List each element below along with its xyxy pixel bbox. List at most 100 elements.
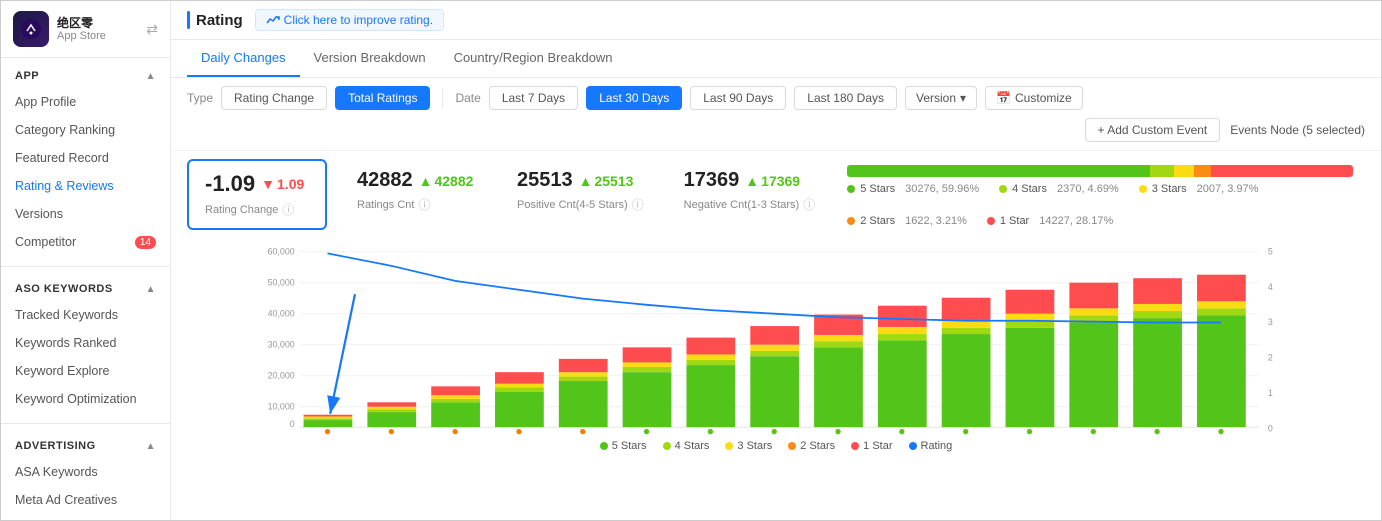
filter-last-7-days[interactable]: Last 7 Days — [489, 86, 578, 110]
bar-3star-11 — [1006, 314, 1055, 321]
filter-version[interactable]: Version ▾ — [905, 86, 977, 110]
star-5-dot — [847, 185, 855, 193]
bar-5star-8 — [814, 347, 863, 427]
filter-total-ratings[interactable]: Total Ratings — [335, 86, 430, 110]
bar-3star-0 — [304, 417, 353, 419]
star-bar-4 — [1150, 165, 1174, 177]
sidebar-item-versions[interactable]: Versions — [1, 200, 170, 228]
stat-negative-cnt: 17369 ▲ 17369 Negative Cnt(1-3 Stars) ⓘ — [664, 159, 836, 223]
sidebar-item-tracked-keywords[interactable]: Tracked Keywords — [1, 301, 170, 329]
filter-last-30-days[interactable]: Last 30 Days — [586, 86, 682, 110]
sidebar-section-header-advertising[interactable]: Advertising ▲ — [1, 434, 170, 458]
star-5-count: 30276, 59.96% — [905, 183, 979, 195]
tab-daily-changes[interactable]: Daily Changes — [187, 40, 300, 77]
sidebar-section-aso: ASO Keywords ▲ Tracked Keywords Keywords… — [1, 271, 170, 419]
star-3-label: 3 Stars — [1152, 183, 1187, 195]
app-name: 绝区零 — [57, 16, 106, 30]
legend-label-5stars: 5 Stars — [612, 440, 647, 452]
section-label-aso: ASO Keywords — [15, 283, 113, 295]
sidebar-item-meta-ad-creatives[interactable]: Meta Ad Creatives — [1, 486, 170, 514]
ratings-cnt-label: Ratings Cnt ⓘ — [357, 196, 477, 213]
tab-country-region-breakdown[interactable]: Country/Region Breakdown — [440, 40, 627, 77]
svg-text:50,000: 50,000 — [268, 277, 295, 287]
legend-label-3stars: 3 Stars — [737, 440, 772, 452]
star-label-5: 5 Stars 30276, 59.96% — [847, 183, 979, 195]
sidebar-item-competitor[interactable]: Competitor 14 — [1, 228, 170, 256]
filter-customize[interactable]: 📅 Customize — [985, 86, 1083, 110]
sidebar-item-keywords-ranked[interactable]: Keywords Ranked — [1, 329, 170, 357]
svg-text:0: 0 — [1268, 424, 1273, 434]
stat-card-rating-change: -1.09 ▼ 1.09 Rating Change ⓘ — [187, 159, 327, 230]
add-custom-event-button[interactable]: + Add Custom Event — [1085, 118, 1221, 142]
info-icon-3: ⓘ — [632, 196, 644, 213]
bar-3star-9 — [878, 327, 927, 334]
filter-rating-change[interactable]: Rating Change — [221, 86, 327, 110]
svg-text:40,000: 40,000 — [268, 308, 295, 318]
info-icon: ⓘ — [282, 201, 294, 218]
sidebar-item-category-ranking[interactable]: Category Ranking — [1, 116, 170, 144]
svg-text:20,000: 20,000 — [268, 370, 295, 380]
sidebar-item-featured-record[interactable]: Featured Record — [1, 144, 170, 172]
calendar-icon: 📅 — [996, 91, 1011, 105]
tab-version-breakdown[interactable]: Version Breakdown — [300, 40, 440, 77]
star-label-3: 3 Stars 2007, 3.97% — [1139, 183, 1259, 195]
negative-cnt-delta: ▲ 17369 — [745, 173, 800, 189]
star-2-dot — [847, 217, 855, 225]
event-dot-14 — [1218, 429, 1223, 434]
bar-4star-9 — [878, 334, 927, 340]
bar-3star-5 — [623, 362, 672, 366]
bar-3star-13 — [1133, 304, 1182, 311]
bar-3star-4 — [559, 372, 608, 376]
star-bar-2 — [1194, 165, 1210, 177]
legend-rating: Rating — [909, 440, 953, 452]
star-label-1: 1 Star 14227, 28.17% — [987, 215, 1113, 227]
annotation-arrow — [330, 294, 355, 414]
svg-text:60,000: 60,000 — [268, 246, 295, 256]
filters-bar: Type Rating Change Total Ratings Date La… — [171, 78, 1381, 151]
svg-text:1: 1 — [1268, 388, 1273, 398]
date-label: Date — [455, 91, 480, 105]
sidebar-item-rating-reviews[interactable]: Rating & Reviews — [1, 172, 170, 200]
legend-dot-5stars — [600, 442, 608, 450]
event-dot-6 — [708, 429, 713, 434]
switch-icon[interactable]: ⇄ — [146, 21, 158, 38]
filter-last-90-days[interactable]: Last 90 Days — [690, 86, 786, 110]
bar-line-chart: 60,000 50,000 40,000 30,000 20,000 10,00… — [187, 241, 1365, 436]
bar-5star-2 — [431, 402, 480, 427]
sidebar-item-asa-keywords[interactable]: ASA Keywords — [1, 458, 170, 486]
legend-5stars: 5 Stars — [600, 440, 647, 452]
sidebar-section-header-aso[interactable]: ASO Keywords ▲ — [1, 277, 170, 301]
bar-3star-1 — [367, 407, 416, 410]
negative-cnt-value: 17369 ▲ 17369 — [684, 169, 816, 192]
sidebar-item-keyword-optimization[interactable]: Keyword Optimization — [1, 385, 170, 413]
svg-text:30,000: 30,000 — [268, 339, 295, 349]
version-label: Version — [916, 91, 956, 105]
bar-5star-14 — [1197, 315, 1246, 427]
bar-1star-11 — [1006, 290, 1055, 314]
legend-label-4stars: 4 Stars — [675, 440, 710, 452]
bar-1star-1 — [367, 402, 416, 406]
positive-cnt-delta: ▲ 25513 — [579, 173, 634, 189]
title-bar-decoration — [187, 11, 190, 29]
customize-label: Customize — [1015, 91, 1072, 105]
improve-rating-link[interactable]: Click here to improve rating. — [255, 9, 444, 31]
filter-last-180-days[interactable]: Last 180 Days — [794, 86, 897, 110]
up-arrow-icon: ▲ — [419, 173, 433, 189]
sidebar-item-keyword-explore[interactable]: Keyword Explore — [1, 357, 170, 385]
divider-2 — [1, 423, 170, 424]
bar-5star-4 — [559, 381, 608, 427]
sidebar-item-app-profile[interactable]: App Profile — [1, 88, 170, 116]
negative-cnt-label: Negative Cnt(1-3 Stars) ⓘ — [684, 196, 816, 213]
chart-icon — [266, 13, 280, 27]
bar-4star-1 — [367, 409, 416, 412]
bar-4star-10 — [942, 328, 991, 334]
legend-2stars: 2 Stars — [788, 440, 835, 452]
bar-3star-12 — [1069, 308, 1118, 315]
bar-5star-0 — [304, 420, 353, 427]
rating-change-label: Rating Change ⓘ — [205, 201, 309, 218]
star-3-count: 2007, 3.97% — [1197, 183, 1259, 195]
sidebar-section-header-app[interactable]: APP ▲ — [1, 64, 170, 88]
filter-right-group: + Add Custom Event Events Node (5 select… — [1085, 118, 1365, 142]
star-1-count: 14227, 28.17% — [1039, 215, 1113, 227]
bar-1star-3 — [495, 372, 544, 384]
